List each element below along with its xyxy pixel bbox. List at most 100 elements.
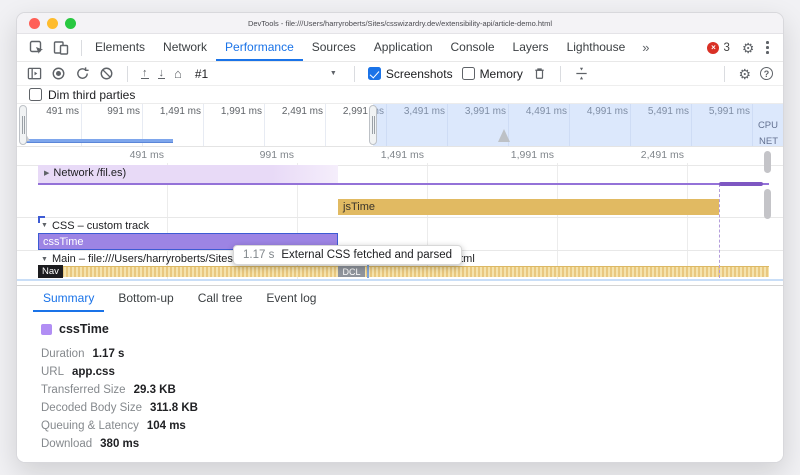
overview-left-handle[interactable] [19,105,27,145]
error-badge[interactable]: × 3 [707,42,729,54]
panel-tab[interactable]: Application [365,34,442,61]
summary-row-value: 380 ms [100,438,139,450]
net-lane-label: NET [759,136,778,147]
collapse-tracks-icon[interactable] [574,66,589,81]
jstime-event-bar[interactable]: jsTime [338,199,719,215]
expanded-triangle-icon: ▼ [41,256,48,263]
dim-third-parties-row: Dim third parties [17,86,783,104]
minimize-window-button[interactable] [47,18,58,29]
summary-tab[interactable]: Bottom-up [108,286,183,312]
detail-tick-label: 2,491 ms [558,149,688,161]
close-window-button[interactable] [29,18,40,29]
load-profile-icon[interactable]: ↑ [141,68,149,79]
divider [560,66,561,82]
overview-tick-label: 1,991 ms [204,106,265,117]
event-end-dashed-line [719,184,720,278]
detail-ruler: 491 ms991 ms1,491 ms1,991 ms2,491 ms2, [38,149,783,161]
save-profile-icon[interactable]: ↓ [158,68,166,79]
main-thread-track-header[interactable]: ▼ Main – file:///Users/harryroberts/Site… [38,252,241,266]
panel-tab[interactable]: Elements [86,34,154,61]
panel-tab[interactable]: Performance [216,34,303,61]
summary-row-value: 104 ms [147,420,186,432]
inspect-element-icon[interactable] [29,40,45,56]
cpu-lane-label: CPU [758,120,778,131]
tooltip-text: External CSS fetched and parsed [281,249,452,261]
checkbox-unchecked-icon [462,67,475,80]
summary-details: Duration 1.17 s URL app.css Transferred … [41,345,783,453]
summary-row-value: 29.3 KB [134,384,176,396]
summary-row-label: Duration [41,348,84,360]
summary-row: Download 380 ms [41,435,783,453]
collapsed-triangle-icon: ▶ [44,169,49,177]
network-request-line [38,183,769,185]
dcl-marker: DCL [338,266,365,277]
device-toolbar-icon[interactable] [53,40,69,56]
memory-label: Memory [480,67,523,81]
home-icon[interactable]: ⌂ [174,67,182,80]
panel-tab[interactable]: Layers [504,34,558,61]
detail-tick-label: 491 ms [38,149,168,161]
screenshots-checkbox[interactable]: Screenshots [368,67,453,81]
overview-right-handle[interactable] [369,105,377,145]
dcl-marker-line [367,265,369,278]
error-icon: × [707,42,719,54]
network-track-header[interactable]: ▶ Network /fil.es) [41,167,126,179]
summary-row-value: app.css [72,366,115,378]
divider [354,66,355,82]
main-thread-activity-bar[interactable] [38,266,769,277]
flame-chart[interactable]: 491 ms991 ms1,491 ms1,991 ms2,491 ms2, ▶… [17,147,783,281]
summary-panel: SummaryBottom-upCall treeEvent log cssTi… [17,285,783,462]
panel-bottom-accent [17,279,783,281]
detail-tick-label: 991 ms [168,149,298,161]
overview-dimmed-region [373,104,783,146]
history-dropdown[interactable]: #1 ▼ [191,66,341,82]
more-tabs-chevron-icon[interactable]: » [634,34,657,61]
event-tooltip: 1.17 s External CSS fetched and parsed [233,245,462,265]
reload-record-icon[interactable] [75,66,90,81]
devtools-window: DevTools - file:///Users/harryroberts/Si… [16,12,784,463]
overview-tick-label: 991 ms [82,106,143,117]
panel-tab[interactable]: Network [154,34,216,61]
vertical-scrollbar-thumb[interactable] [764,151,771,173]
titlebar: DevTools - file:///Users/harryroberts/Si… [17,13,783,34]
css-custom-track-header[interactable]: ▼ CSS – custom track [38,218,149,233]
summary-row-value: 311.8 KB [150,402,198,414]
timeline-overview[interactable]: 491 ms991 ms1,491 ms1,991 ms2,491 ms2,99… [17,104,783,147]
summary-tab[interactable]: Call tree [188,286,253,312]
overview-tick-label: 1,491 ms [143,106,204,117]
dim-third-parties-label: Dim third parties [48,88,135,102]
css-track-label: CSS – custom track [52,220,149,232]
settings-gear-icon[interactable]: ⚙ [742,41,755,55]
summary-row-value: 1.17 s [92,348,124,360]
summary-tab[interactable]: Event log [256,286,326,312]
overview-tick-label: 491 ms [21,106,82,117]
divider [724,66,725,82]
checkbox-unchecked-icon[interactable] [29,88,42,101]
screenshots-label: Screenshots [386,67,453,81]
collect-garbage-icon[interactable] [532,66,547,81]
summary-row-label: Queuing & Latency [41,420,139,432]
panel-tab[interactable]: Sources [303,34,365,61]
help-icon[interactable]: ? [760,67,773,80]
panel-tab[interactable]: Lighthouse [558,34,635,61]
summary-tab[interactable]: Summary [33,286,104,312]
vertical-scrollbar-thumb[interactable] [764,189,771,219]
memory-checkbox[interactable]: Memory [462,67,523,81]
error-count: 3 [723,42,729,54]
network-track-label: Network /fil.es) [53,167,126,179]
toggle-sidebar-icon[interactable] [27,66,42,81]
csstime-label: cssTime [43,236,84,248]
zoom-window-button[interactable] [65,18,76,29]
main-track-label: Main – file:///Users/harryroberts/Sites/… [52,253,242,265]
detail-tick-label: 1,491 ms [298,149,428,161]
history-selected: #1 [195,67,208,81]
panel-tab[interactable]: Console [442,34,504,61]
expanded-triangle-icon: ▼ [41,222,48,229]
record-icon[interactable] [51,66,66,81]
overview-network-activity [21,139,173,143]
more-options-icon[interactable] [766,41,769,54]
capture-settings-gear-icon[interactable]: ⚙ [738,67,751,81]
event-color-swatch [41,324,52,335]
clear-icon[interactable] [99,66,114,81]
checkbox-checked-icon [368,67,381,80]
